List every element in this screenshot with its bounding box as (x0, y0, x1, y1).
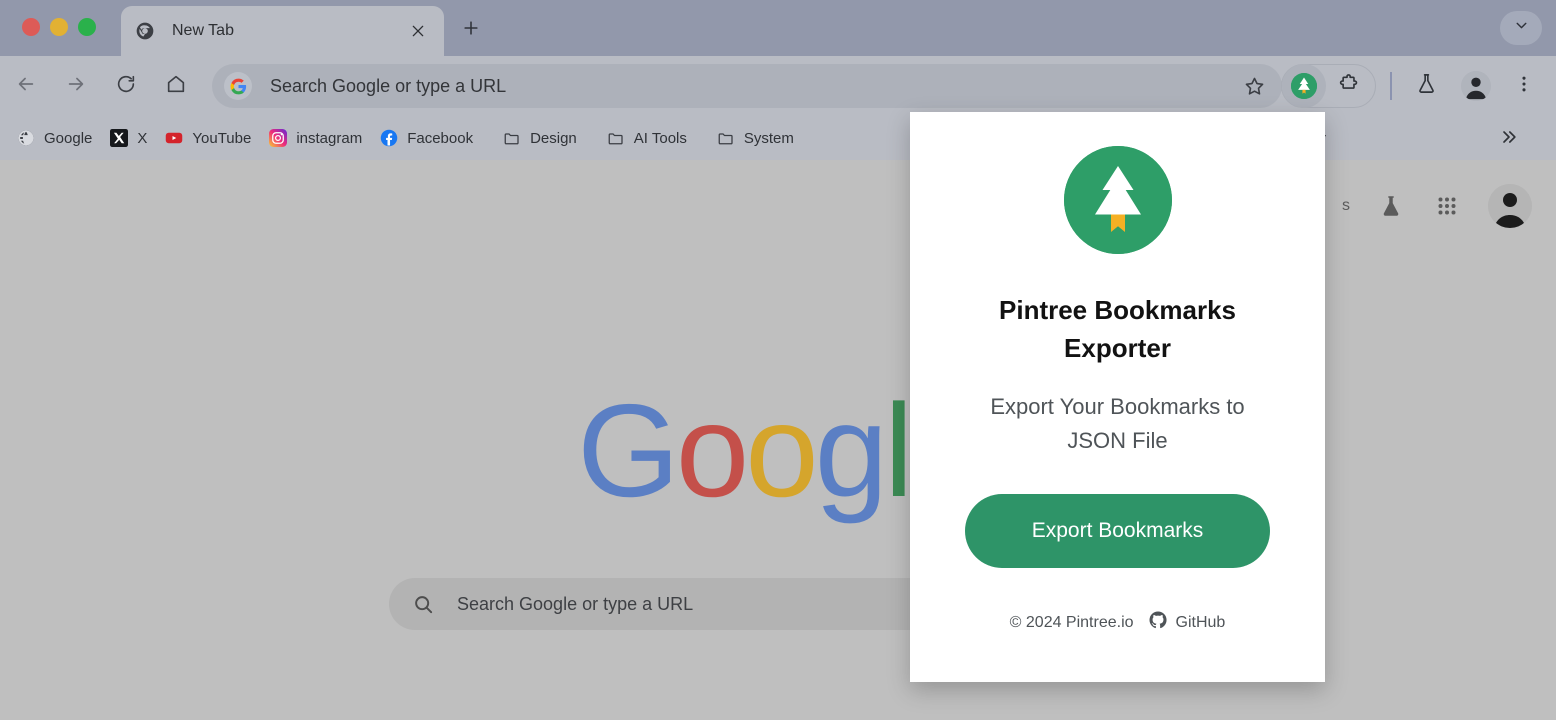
tabstrip-expand-button[interactable] (1500, 11, 1542, 45)
pintree-extension-popup: Pintree Bookmarks Exporter Export Your B… (910, 112, 1325, 682)
extensions-menu-button[interactable] (1326, 64, 1370, 108)
reload-icon (115, 73, 137, 100)
home-icon (165, 73, 187, 100)
labs-button[interactable] (1406, 66, 1446, 106)
close-icon[interactable] (406, 19, 430, 43)
back-button[interactable] (6, 66, 46, 106)
browser-window: New Tab Search Google or type a URL Goog… (0, 0, 1556, 720)
popup-subtitle: Export Your Bookmarks to JSON File (990, 393, 1245, 454)
puzzle-piece-icon (1337, 72, 1360, 100)
bookmark-label: AI Tools (633, 129, 687, 147)
new-tab-button[interactable] (455, 14, 487, 46)
bookmark-folder-design[interactable]: Design (494, 122, 586, 154)
github-link[interactable]: GitHub (1148, 610, 1226, 635)
home-button[interactable] (156, 66, 196, 106)
bookmark-folder-system[interactable]: System (708, 122, 803, 154)
bookmark-instagram[interactable]: instagram (260, 122, 371, 154)
tab-title: New Tab (172, 22, 234, 39)
window-maximize-button[interactable] (78, 18, 96, 36)
logo-letter: o (675, 377, 749, 524)
google-g-icon (224, 72, 252, 100)
bookmark-label: instagram (296, 129, 363, 147)
copyright-text: © 2024 Pintree.io (1009, 613, 1134, 631)
bookmark-label: YouTube (192, 129, 252, 147)
export-bookmarks-button[interactable]: Export Bookmarks (965, 494, 1270, 569)
ntp-search-input[interactable]: Search Google or type a URL (457, 594, 693, 615)
popup-footer: © 2024 Pintree.io GitHub (1009, 610, 1226, 635)
folder-icon (503, 129, 521, 147)
forward-button[interactable] (56, 66, 96, 106)
flask-icon[interactable] (1376, 191, 1406, 221)
three-dot-menu-icon (1514, 74, 1534, 99)
pintree-extension-button[interactable] (1282, 64, 1326, 108)
toolbar-divider (1390, 72, 1392, 100)
chrome-icon (135, 21, 155, 41)
star-icon[interactable] (1236, 68, 1272, 104)
tab-strip: New Tab (0, 0, 1556, 56)
ntp-link-images[interactable]: s (1342, 197, 1350, 215)
reload-button[interactable] (106, 66, 146, 106)
github-icon (1148, 610, 1168, 635)
logo-letter: G (577, 377, 680, 524)
apps-grid-icon[interactable] (1432, 191, 1462, 221)
chevron-double-right-icon (1499, 127, 1519, 152)
bookmark-facebook[interactable]: Facebook (371, 122, 482, 154)
github-label: GitHub (1175, 613, 1226, 631)
pintree-tree-logo (1063, 146, 1172, 254)
omnibox-input[interactable]: Search Google or type a URL (270, 76, 506, 97)
browser-menu-button[interactable] (1504, 66, 1544, 106)
globe-icon (17, 129, 35, 147)
bookmark-label: X (137, 129, 148, 147)
flask-icon (1415, 72, 1438, 100)
instagram-icon (269, 129, 288, 147)
logo-letter: o (745, 377, 818, 524)
bookmark-label: Facebook (407, 129, 474, 147)
search-icon (411, 592, 435, 616)
folder-icon (717, 129, 735, 147)
facebook-icon (380, 129, 398, 147)
pintree-extension-icon (1291, 73, 1317, 99)
extensions-pill (1281, 64, 1376, 108)
bookmarks-overflow-button[interactable] (1496, 126, 1522, 152)
bookmark-label: Google (44, 129, 93, 147)
bookmark-label: Design (530, 129, 577, 147)
window-close-button[interactable] (22, 18, 40, 36)
window-minimize-button[interactable] (50, 18, 68, 36)
ntp-top-right-controls: s (1342, 184, 1532, 228)
omnibox[interactable]: Search Google or type a URL (212, 64, 1282, 108)
bookmark-folder-ai-tools[interactable]: AI Tools (598, 122, 696, 154)
bookmark-youtube[interactable]: YouTube (156, 122, 260, 154)
user-avatar-icon[interactable] (1488, 184, 1532, 228)
bookmark-label: System (743, 129, 794, 147)
profile-avatar-icon (1461, 71, 1491, 101)
logo-letter: l (884, 377, 913, 524)
logo-letter: g (814, 377, 888, 524)
profile-button[interactable] (1456, 66, 1496, 106)
popup-title: Pintree Bookmarks Exporter (999, 295, 1236, 364)
window-traffic-lights (22, 18, 96, 36)
x-icon (110, 129, 129, 147)
bookmark-google[interactable]: Google (8, 122, 101, 154)
arrow-right-icon (65, 73, 87, 100)
plus-icon (461, 18, 481, 43)
bookmark-x[interactable]: X (101, 122, 156, 154)
youtube-icon (165, 129, 183, 147)
folder-icon (607, 129, 625, 147)
chevron-down-icon (1513, 17, 1530, 39)
tab-new-tab[interactable]: New Tab (121, 6, 444, 56)
arrow-left-icon (15, 73, 37, 100)
toolbar-right-group (1406, 66, 1544, 106)
